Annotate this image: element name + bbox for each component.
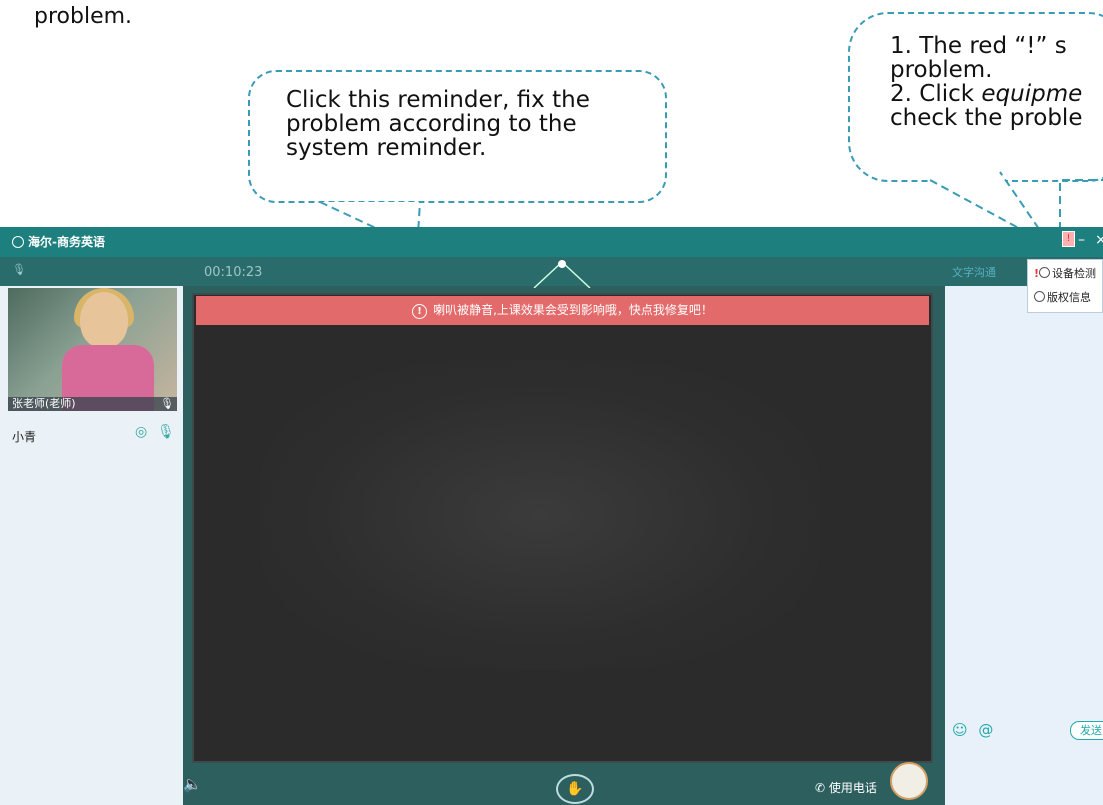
student-mic-icon[interactable]: 🎙 xyxy=(157,424,175,440)
settings-menu: ! 设备检测 版权信息 xyxy=(1027,259,1103,313)
student-name: 小青 xyxy=(12,430,37,444)
mention-icon[interactable]: @ xyxy=(978,721,993,739)
phone-icon: ✆ xyxy=(815,781,826,795)
use-phone-button[interactable]: ✆ 使用电话 xyxy=(815,779,877,796)
menu-item-copyright[interactable]: 版权信息 xyxy=(1034,289,1091,305)
clock-icon xyxy=(12,236,24,248)
app-titlebar xyxy=(0,227,1103,257)
close-button[interactable]: × xyxy=(1095,232,1103,248)
raise-hand-button[interactable]: ✋ xyxy=(556,774,594,804)
emoji-icon[interactable]: ☺ xyxy=(952,721,968,739)
send-button[interactable]: 发送 xyxy=(1070,721,1103,740)
mute-warning-banner[interactable]: ! 喇叭被静音,上课效果会受到影响哦，快点我修复吧！ xyxy=(196,296,929,325)
teacher-label: 张老师(老师) xyxy=(8,397,177,411)
clock-icon xyxy=(1034,291,1045,302)
mic-icon[interactable]: 🎙 xyxy=(12,263,26,276)
phone-label: 使用电话 xyxy=(828,781,877,795)
chalk-smudge xyxy=(260,360,820,670)
device-warning-button[interactable]: ! xyxy=(1062,231,1075,247)
speaker-icon[interactable]: 🔈 xyxy=(183,775,202,793)
teacher-mic-icon[interactable]: 🎙 xyxy=(160,397,174,410)
menu-item-device-check[interactable]: ! 设备检测 xyxy=(1034,265,1096,281)
menu-label: 版权信息 xyxy=(1047,291,1091,304)
class-timer: 00:10:23 xyxy=(204,265,263,280)
chat-tools: ☺ @ xyxy=(952,721,993,739)
app-title: 海尔-商务英语 xyxy=(12,233,105,250)
banner-text: 喇叭被静音,上课效果会受到影响哦，快点我修复吧！ xyxy=(433,303,713,317)
alert-icon: ! xyxy=(412,304,428,319)
check-icon xyxy=(1039,267,1051,278)
board-hanger-icon xyxy=(533,260,591,288)
minimize-button[interactable]: – xyxy=(1078,232,1085,248)
mascot-icon xyxy=(890,762,928,800)
student-camera-icon[interactable]: ◎ xyxy=(135,424,147,440)
tab-text-chat[interactable]: 文字沟通 xyxy=(952,264,996,280)
menu-label: 设备检测 xyxy=(1052,267,1097,280)
app-title-text: 海尔-商务英语 xyxy=(28,235,105,249)
teacher-face xyxy=(80,292,128,348)
